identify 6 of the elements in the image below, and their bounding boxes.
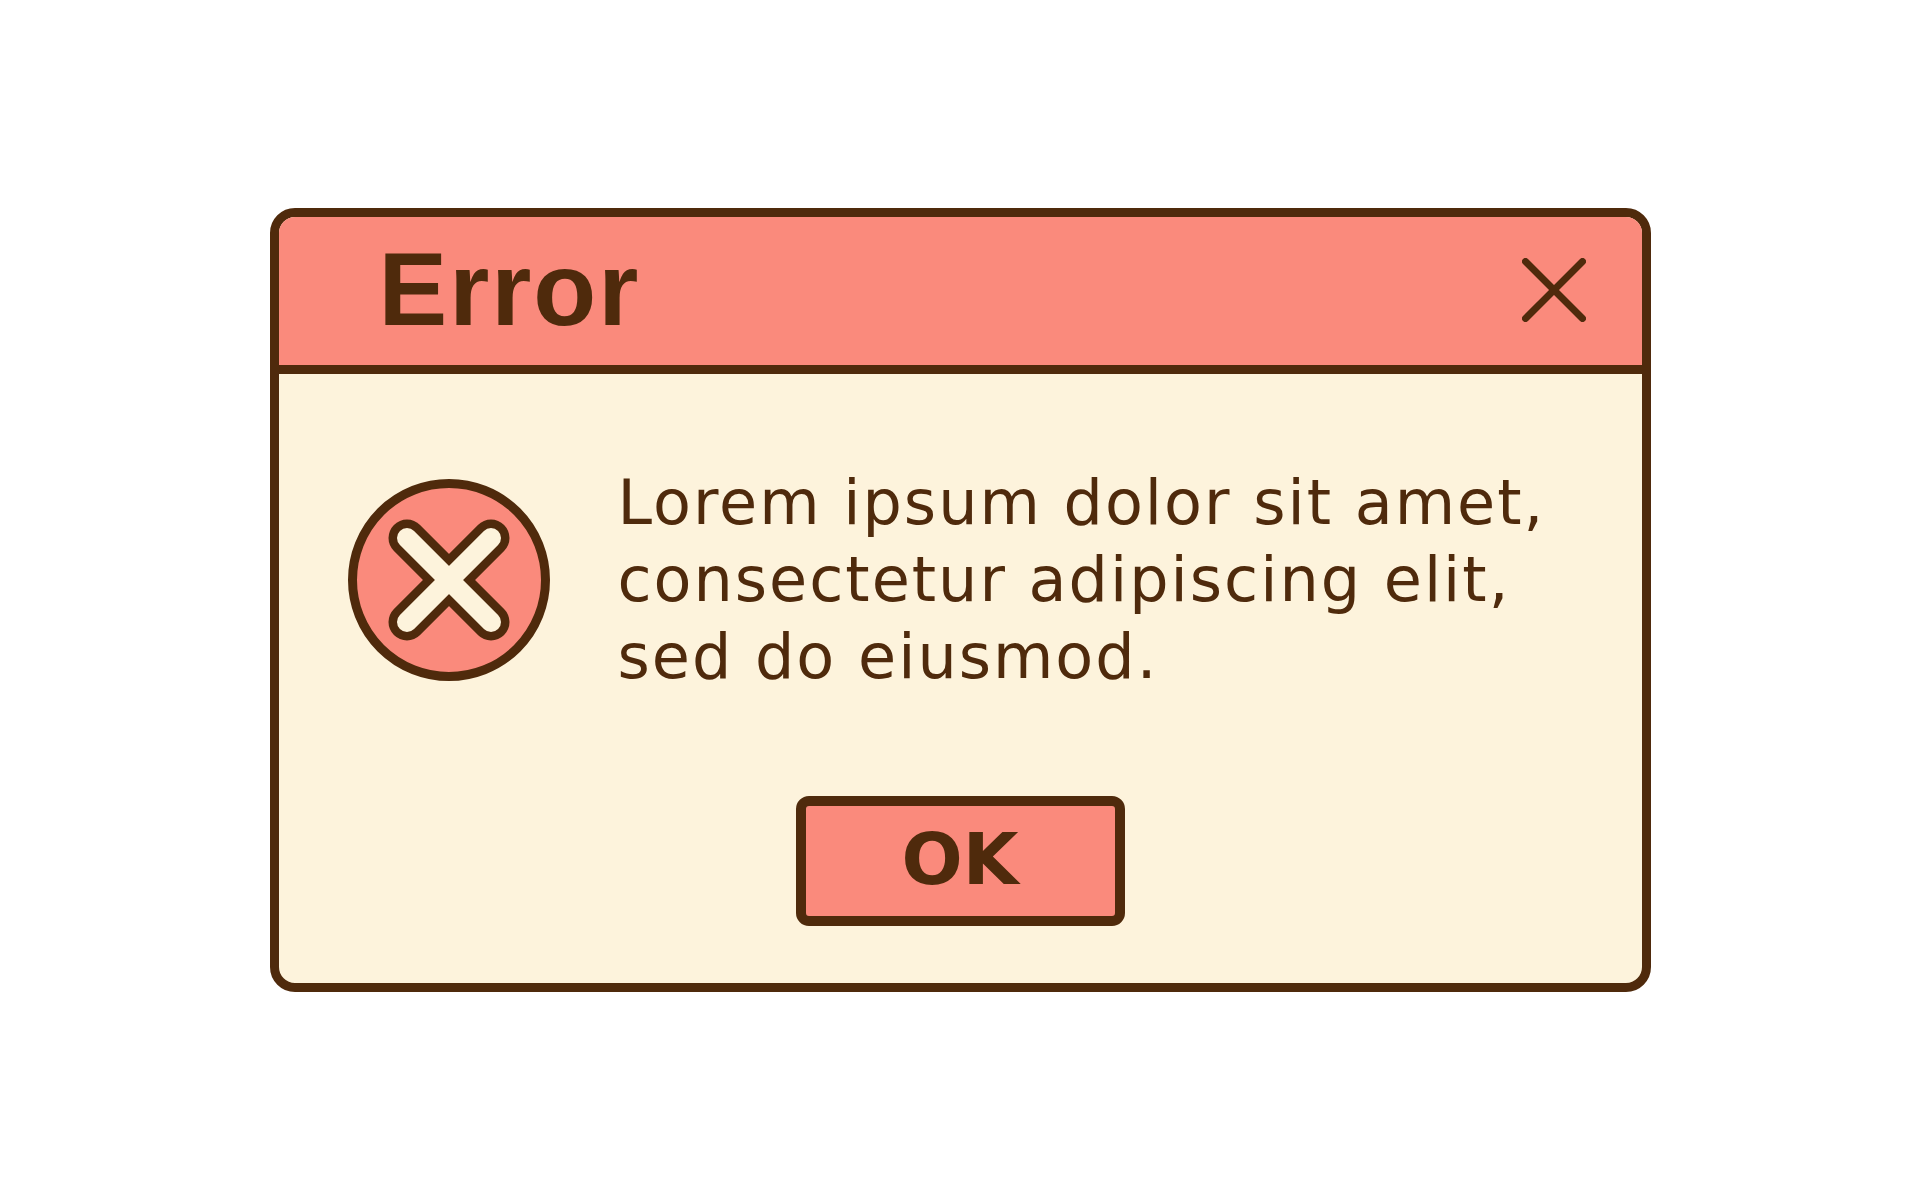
error-x-circle-icon <box>347 478 550 681</box>
close-button[interactable] <box>1521 258 1586 322</box>
dialog-title: Error <box>378 237 641 345</box>
ok-button[interactable]: OK <box>795 796 1125 926</box>
error-message: Lorem ipsum dolor sit amet, consectetur adipiscing elit, sed do eiusmod. <box>617 465 1547 695</box>
close-icon <box>1521 258 1586 322</box>
